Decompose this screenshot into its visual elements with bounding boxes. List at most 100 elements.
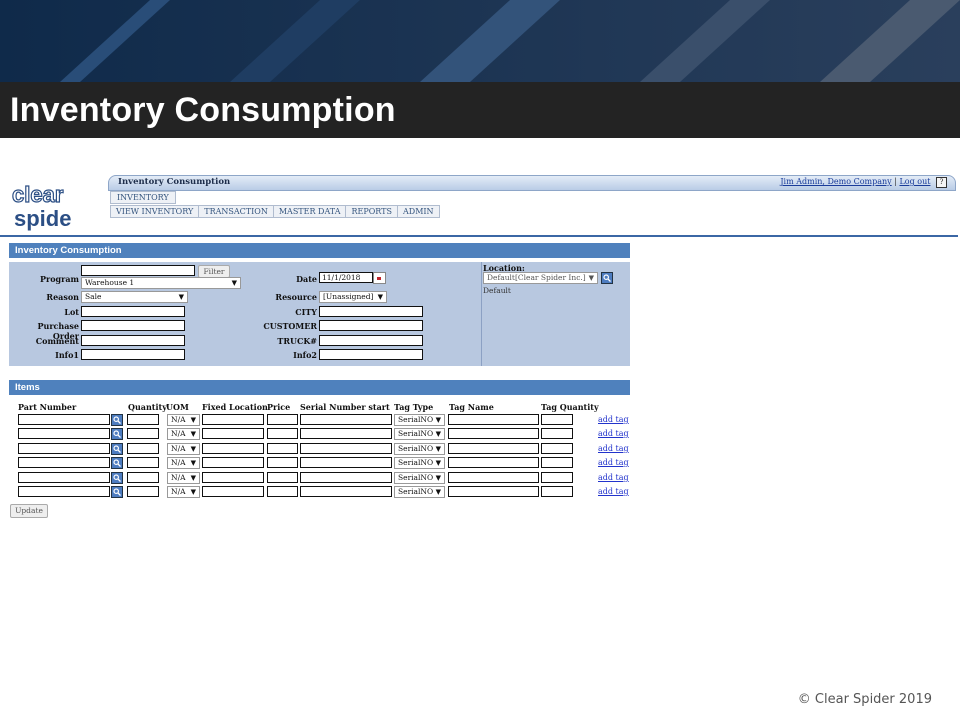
- program-filter-input[interactable]: [81, 265, 195, 276]
- tab-admin[interactable]: ADMIN: [397, 205, 440, 218]
- uom-select[interactable]: N/A ▼: [167, 443, 200, 455]
- tag-type-value: SerialNO: [398, 473, 434, 482]
- quantity-input[interactable]: [127, 428, 159, 439]
- tag-name-input[interactable]: [448, 443, 539, 454]
- customer-label: CUSTOMER: [263, 321, 317, 331]
- uom-select[interactable]: N/A ▼: [167, 428, 200, 440]
- tag-quantity-input[interactable]: [541, 414, 573, 425]
- quantity-input[interactable]: [127, 486, 159, 497]
- search-icon[interactable]: [601, 272, 613, 284]
- part-number-input[interactable]: [18, 472, 110, 483]
- part-number-input[interactable]: [18, 414, 110, 425]
- part-number-input[interactable]: [18, 443, 110, 454]
- price-input[interactable]: [267, 486, 298, 497]
- update-button[interactable]: Update: [10, 504, 48, 518]
- fixed-location-input[interactable]: [202, 443, 264, 454]
- tag-quantity-input[interactable]: [541, 428, 573, 439]
- uom-select[interactable]: N/A ▼: [167, 414, 200, 426]
- date-input[interactable]: 11/1/2018: [319, 272, 373, 283]
- fixed-location-input[interactable]: [202, 428, 264, 439]
- uom-select[interactable]: N/A ▼: [167, 472, 200, 484]
- add-tag-link[interactable]: add tag: [598, 458, 629, 467]
- program-select[interactable]: Warehouse 1 ▼: [81, 277, 241, 289]
- tag-name-input[interactable]: [448, 486, 539, 497]
- tag-quantity-input[interactable]: [541, 443, 573, 454]
- customer-input[interactable]: [319, 320, 423, 331]
- tag-type-select[interactable]: SerialNO ▼: [394, 486, 445, 498]
- search-icon[interactable]: [111, 472, 123, 484]
- price-input[interactable]: [267, 414, 298, 425]
- quantity-input[interactable]: [127, 472, 159, 483]
- col-quantity: Quantity: [128, 402, 167, 412]
- tab-view-inventory[interactable]: VIEW INVENTORY: [110, 205, 200, 218]
- tag-name-input[interactable]: [448, 428, 539, 439]
- location-select[interactable]: Default[Clear Spider Inc.] ▼: [483, 272, 598, 284]
- part-number-input[interactable]: [18, 486, 110, 497]
- reason-select[interactable]: Sale ▼: [81, 291, 188, 303]
- tag-type-select[interactable]: SerialNO ▼: [394, 428, 445, 440]
- user-name-link[interactable]: Jim Admin, Demo Company: [780, 177, 891, 186]
- fixed-location-input[interactable]: [202, 457, 264, 468]
- part-number-input[interactable]: [18, 457, 110, 468]
- uom-select[interactable]: N/A ▼: [167, 457, 200, 469]
- quantity-input[interactable]: [127, 457, 159, 468]
- serial-number-start-input[interactable]: [300, 486, 392, 497]
- help-icon[interactable]: ?: [936, 177, 947, 188]
- price-input[interactable]: [267, 457, 298, 468]
- tag-name-input[interactable]: [448, 414, 539, 425]
- tag-type-select[interactable]: SerialNO ▼: [394, 414, 445, 426]
- tag-type-select[interactable]: SerialNO ▼: [394, 443, 445, 455]
- part-number-input[interactable]: [18, 428, 110, 439]
- tag-name-input[interactable]: [448, 472, 539, 483]
- info2-input[interactable]: [319, 349, 423, 360]
- chevron-down-icon: ▼: [435, 474, 441, 482]
- uom-select[interactable]: N/A ▼: [167, 486, 200, 498]
- truck-input[interactable]: [319, 335, 423, 346]
- tab-transaction[interactable]: TRANSACTION: [198, 205, 274, 218]
- info1-input[interactable]: [81, 349, 185, 360]
- tag-type-select[interactable]: SerialNO ▼: [394, 457, 445, 469]
- add-tag-link[interactable]: add tag: [598, 429, 629, 438]
- logout-link[interactable]: Log out: [899, 177, 930, 186]
- search-icon[interactable]: [111, 486, 123, 498]
- add-tag-link[interactable]: add tag: [598, 444, 629, 453]
- price-input[interactable]: [267, 443, 298, 454]
- calendar-icon[interactable]: [373, 272, 386, 284]
- search-icon[interactable]: [111, 443, 123, 455]
- tag-name-input[interactable]: [448, 457, 539, 468]
- tab-master-data[interactable]: MASTER DATA: [272, 205, 347, 218]
- serial-number-start-input[interactable]: [300, 414, 392, 425]
- purchase-order-input[interactable]: [81, 320, 185, 331]
- header-divider: [0, 235, 958, 237]
- tag-quantity-input[interactable]: [541, 472, 573, 483]
- fixed-location-input[interactable]: [202, 414, 264, 425]
- search-icon[interactable]: [111, 414, 123, 426]
- serial-number-start-input[interactable]: [300, 457, 392, 468]
- uom-value: N/A: [171, 458, 186, 467]
- lot-input[interactable]: [81, 306, 185, 317]
- tag-quantity-input[interactable]: [541, 486, 573, 497]
- city-input[interactable]: [319, 306, 423, 317]
- serial-number-start-input[interactable]: [300, 443, 392, 454]
- tab-inventory[interactable]: INVENTORY: [110, 191, 176, 204]
- tag-quantity-input[interactable]: [541, 457, 573, 468]
- chevron-down-icon: ▼: [190, 416, 196, 424]
- add-tag-link[interactable]: add tag: [598, 415, 629, 424]
- quantity-input[interactable]: [127, 414, 159, 425]
- serial-number-start-input[interactable]: [300, 428, 392, 439]
- price-input[interactable]: [267, 428, 298, 439]
- serial-number-start-input[interactable]: [300, 472, 392, 483]
- price-input[interactable]: [267, 472, 298, 483]
- resource-select[interactable]: [Unassigned] ▼: [319, 291, 387, 303]
- fixed-location-input[interactable]: [202, 486, 264, 497]
- add-tag-link[interactable]: add tag: [598, 473, 629, 482]
- tag-type-select[interactable]: SerialNO ▼: [394, 472, 445, 484]
- comment-input[interactable]: [81, 335, 185, 346]
- col-price: Price: [267, 402, 291, 412]
- quantity-input[interactable]: [127, 443, 159, 454]
- search-icon[interactable]: [111, 428, 123, 440]
- tab-reports[interactable]: REPORTS: [345, 205, 398, 218]
- add-tag-link[interactable]: add tag: [598, 487, 629, 496]
- fixed-location-input[interactable]: [202, 472, 264, 483]
- search-icon[interactable]: [111, 457, 123, 469]
